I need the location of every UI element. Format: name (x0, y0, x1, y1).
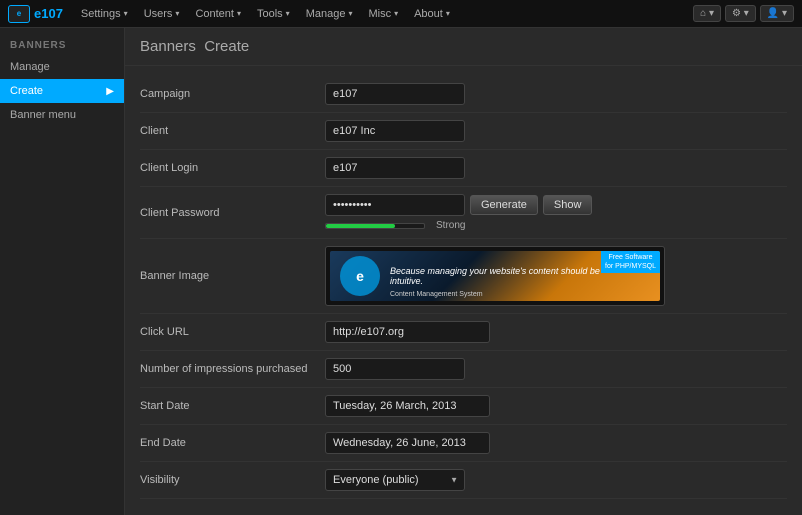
banner-image-row: Banner Image e Because managing your web… (140, 239, 787, 314)
start-date-control (325, 395, 787, 417)
impressions-label: Number of impressions purchased (140, 363, 325, 375)
sidebar-item-create[interactable]: Create ▶ (0, 79, 124, 103)
caret-icon: ▾ (175, 9, 179, 18)
end-date-control (325, 432, 787, 454)
caret-icon: ▾ (124, 9, 128, 18)
nav-settings[interactable]: Settings ▾ (73, 0, 136, 28)
nav-about[interactable]: About ▾ (406, 0, 458, 28)
campaign-row: Campaign (140, 76, 787, 113)
nav-users[interactable]: Users ▾ (136, 0, 188, 28)
strength-bar-container: Strong (325, 220, 787, 231)
sidebar-item-banner-menu[interactable]: Banner menu (0, 103, 124, 127)
nav-misc[interactable]: Misc ▾ (360, 0, 406, 28)
start-date-row: Start Date (140, 388, 787, 425)
campaign-control (325, 83, 787, 105)
strength-bar-track (325, 223, 425, 229)
client-password-label: Client Password (140, 207, 325, 219)
impressions-input[interactable] (325, 358, 465, 380)
start-date-input[interactable] (325, 395, 490, 417)
logo-text: e107 (34, 6, 63, 21)
content-area: Banners Create Campaign Client Client Lo (125, 28, 802, 515)
caret-icon: ▾ (237, 9, 241, 18)
banner-main-text: Because managing your website's content … (390, 266, 600, 286)
caret-icon: ▾ (446, 9, 450, 18)
show-button[interactable]: Show (543, 195, 593, 215)
visibility-control: Everyone (public) Members only Admins on… (325, 469, 787, 491)
content-header: Banners Create (125, 28, 802, 66)
visibility-row: Visibility Everyone (public) Members onl… (140, 462, 787, 499)
impressions-control (325, 358, 787, 380)
visibility-select[interactable]: Everyone (public) Members only Admins on… (325, 469, 465, 491)
nav-manage[interactable]: Manage ▾ (298, 0, 361, 28)
end-date-label: End Date (140, 437, 325, 449)
campaign-label: Campaign (140, 88, 325, 100)
caret-icon: ▾ (286, 9, 290, 18)
create-row: Create (140, 499, 787, 515)
caret-icon: ▾ (394, 9, 398, 18)
banner-logo-icon: e (340, 256, 380, 296)
nav-items: Settings ▾ Users ▾ Content ▾ Tools ▾ Man… (73, 0, 693, 28)
banner-image-control: e Because managing your website's conten… (325, 246, 787, 306)
visibility-select-wrapper: Everyone (public) Members only Admins on… (325, 469, 465, 491)
password-row: Generate Show (325, 194, 787, 216)
logo: e e107 (8, 5, 63, 23)
end-date-input[interactable] (325, 432, 490, 454)
logo-icon: e (8, 5, 30, 23)
click-url-input[interactable] (325, 321, 490, 343)
home-button[interactable]: ⌂ ▾ (693, 5, 721, 22)
strength-label: Strong (436, 220, 465, 231)
client-row: Client (140, 113, 787, 150)
strength-bar-fill (326, 224, 395, 228)
start-date-label: Start Date (140, 400, 325, 412)
client-control (325, 120, 787, 142)
end-date-row: End Date (140, 425, 787, 462)
banner-tag: Free Software for PHP/MYSQL (601, 251, 660, 273)
arrow-icon: ▶ (106, 86, 114, 97)
client-label: Client (140, 125, 325, 137)
generate-button[interactable]: Generate (470, 195, 538, 215)
click-url-control (325, 321, 787, 343)
form-area: Campaign Client Client Login (125, 66, 802, 515)
client-password-input[interactable] (325, 194, 465, 216)
sidebar-item-manage[interactable]: Manage (0, 55, 124, 79)
client-password-row: Client Password Generate Show Strong (140, 187, 787, 239)
click-url-label: Click URL (140, 326, 325, 338)
caret-icon: ▾ (348, 9, 352, 18)
sidebar-heading: BANNERS (0, 36, 124, 55)
banner-logo: e (340, 256, 380, 296)
client-login-control (325, 157, 787, 179)
visibility-label: Visibility (140, 474, 325, 486)
settings-button[interactable]: ⚙ ▾ (725, 5, 756, 22)
click-url-row: Click URL (140, 314, 787, 351)
banner-preview-background: e Because managing your website's conten… (330, 251, 660, 301)
client-input[interactable] (325, 120, 465, 142)
banner-image-label: Banner Image (140, 270, 325, 282)
banner-small-text: Content Management System (390, 291, 483, 298)
impressions-row: Number of impressions purchased (140, 351, 787, 388)
nav-tools[interactable]: Tools ▾ (249, 0, 298, 28)
sidebar: BANNERS Manage Create ▶ Banner menu (0, 28, 125, 515)
nav-content[interactable]: Content ▾ (187, 0, 249, 28)
client-password-control: Generate Show Strong (325, 194, 787, 231)
client-login-label: Client Login (140, 162, 325, 174)
top-navigation: e e107 Settings ▾ Users ▾ Content ▾ Tool… (0, 0, 802, 28)
client-login-input[interactable] (325, 157, 465, 179)
page-title: Banners Create (140, 38, 787, 55)
banner-image-preview: e Because managing your website's conten… (325, 246, 665, 306)
campaign-input[interactable] (325, 83, 465, 105)
nav-right-controls: ⌂ ▾ ⚙ ▾ 👤 ▾ (693, 5, 794, 22)
user-button[interactable]: 👤 ▾ (760, 5, 794, 22)
client-login-row: Client Login (140, 150, 787, 187)
main-layout: BANNERS Manage Create ▶ Banner menu Bann… (0, 28, 802, 515)
